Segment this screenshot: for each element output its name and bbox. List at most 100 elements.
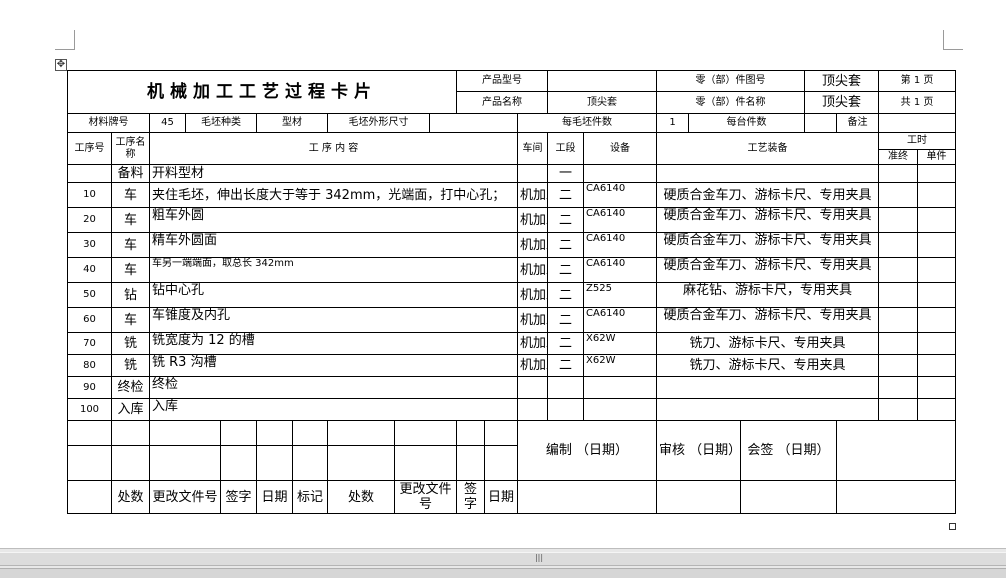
row-unit-time[interactable] xyxy=(917,207,957,233)
revision-mark-blank[interactable] xyxy=(67,480,112,514)
row-unit-time[interactable] xyxy=(917,182,957,208)
row-prep-time[interactable] xyxy=(878,182,919,208)
process-card-table: 机械加工工艺过程卡片 产品型号 零（部）件图号 顶尖套 第 1 页 产品名称 顶… xyxy=(67,70,957,514)
row-prep-time[interactable] xyxy=(878,207,919,233)
revision-cell[interactable] xyxy=(220,420,257,446)
signoff-bottom-cell[interactable] xyxy=(835,480,957,514)
revision-cell[interactable] xyxy=(111,420,150,446)
row-op-content[interactable]: 铣宽度为 12 的槽 xyxy=(149,332,518,355)
tooling-header: 工艺装备 xyxy=(655,132,880,165)
page-number: 第 1 页 xyxy=(878,70,957,92)
row-op-content[interactable]: 开料型材 xyxy=(149,164,518,183)
row-op-name: 车 xyxy=(111,257,150,283)
row-equipment: CA6140 xyxy=(583,307,657,333)
row-tooling: 铣刀、游标卡尺、专用夹具 xyxy=(655,354,880,377)
row-unit-time[interactable] xyxy=(917,164,957,183)
row-prep-time[interactable] xyxy=(878,398,919,421)
row-tooling xyxy=(655,164,880,183)
revision-cell[interactable] xyxy=(394,445,457,481)
revision-cell[interactable] xyxy=(456,445,485,481)
row-op-content[interactable]: 夹住毛坯，伸出长度大于等于 342mm，光端面，打中心孔； xyxy=(149,182,518,208)
document-page: ✥ 机械加工工艺过程卡片 产品型号 零（部）件图号 顶尖套 第 1 页 产品名称… xyxy=(0,0,1006,548)
row-op-no: 100 xyxy=(67,398,112,421)
part-drawing-value[interactable]: 顶尖套 xyxy=(803,70,880,92)
row-prep-time[interactable] xyxy=(878,307,919,333)
signoff-extra-cell[interactable] xyxy=(835,420,957,481)
remarks-value[interactable] xyxy=(878,113,957,133)
row-unit-time[interactable] xyxy=(917,376,957,399)
row-op-no: 50 xyxy=(67,282,112,308)
revision-cell[interactable] xyxy=(67,420,112,446)
table-move-handle-icon[interactable]: ✥ xyxy=(55,59,67,71)
row-prep-time[interactable] xyxy=(878,376,919,399)
material-grade-value[interactable]: 45 xyxy=(149,113,186,133)
row-unit-time[interactable] xyxy=(917,398,957,421)
row-op-no: 60 xyxy=(67,307,112,333)
revision-cell[interactable] xyxy=(394,420,457,446)
revision-cell[interactable] xyxy=(149,420,221,446)
blank-type-value[interactable]: 型材 xyxy=(256,113,328,133)
row-op-no: 90 xyxy=(67,376,112,399)
row-equipment: CA6140 xyxy=(583,257,657,283)
units-per-value[interactable] xyxy=(804,113,837,133)
review-date-cell[interactable]: 审核 （日期） xyxy=(656,420,741,481)
table-resize-handle-icon[interactable] xyxy=(949,523,956,530)
hours-header: 工时 xyxy=(878,132,957,150)
horizontal-scrollbar[interactable] xyxy=(0,548,1006,568)
row-unit-time[interactable] xyxy=(917,307,957,333)
revision-cell[interactable] xyxy=(220,445,257,481)
row-section: 二 xyxy=(547,182,584,208)
row-op-content[interactable]: 入库 xyxy=(149,398,518,421)
part-name-value[interactable]: 顶尖套 xyxy=(803,91,880,114)
revision-cell[interactable] xyxy=(327,445,395,481)
row-op-content[interactable]: 终检 xyxy=(149,376,518,399)
signoff-bottom-cell[interactable] xyxy=(740,480,837,514)
signoff-bottom-cell[interactable] xyxy=(517,480,657,514)
countersign-date-cell[interactable]: 会签 （日期） xyxy=(740,420,837,481)
revision-cell[interactable] xyxy=(484,420,518,446)
row-workshop: 机加工 xyxy=(517,257,548,283)
row-tooling: 硬质合金车刀、游标卡尺、专用夹具 xyxy=(655,207,880,233)
blank-size-value[interactable] xyxy=(429,113,518,133)
row-op-content[interactable]: 车另一端端面，取总长 342mm xyxy=(149,257,518,283)
revision-cell[interactable] xyxy=(456,420,485,446)
row-unit-time[interactable] xyxy=(917,257,957,283)
row-op-content[interactable]: 钻中心孔 xyxy=(149,282,518,308)
row-unit-time[interactable] xyxy=(917,354,957,377)
row-tooling xyxy=(655,398,880,421)
row-workshop: 机加工 xyxy=(517,332,548,355)
row-unit-time[interactable] xyxy=(917,232,957,258)
revision-cell[interactable] xyxy=(292,445,328,481)
row-prep-time[interactable] xyxy=(878,332,919,355)
product-model-value[interactable] xyxy=(547,70,657,92)
blanks-per-value[interactable]: 1 xyxy=(656,113,689,133)
row-op-content[interactable]: 粗车外圆 xyxy=(149,207,518,233)
compile-date-cell[interactable]: 编制 （日期） xyxy=(517,420,657,481)
row-op-no: 70 xyxy=(67,332,112,355)
row-unit-time[interactable] xyxy=(917,282,957,308)
row-op-content[interactable]: 铣 R3 沟槽 xyxy=(149,354,518,377)
row-op-content[interactable]: 精车外圆面 xyxy=(149,232,518,258)
revision-cell[interactable] xyxy=(256,445,293,481)
row-prep-time[interactable] xyxy=(878,282,919,308)
crop-mark-top-right xyxy=(943,30,963,50)
blanks-per-label: 每毛坯件数 xyxy=(517,113,657,133)
revision-cell[interactable] xyxy=(67,445,112,481)
row-section: 一 xyxy=(547,164,584,183)
revision-cell[interactable] xyxy=(292,420,328,446)
revision-cell[interactable] xyxy=(327,420,395,446)
row-op-content[interactable]: 车锥度及内孔 xyxy=(149,307,518,333)
signoff-bottom-cell[interactable] xyxy=(656,480,741,514)
product-name-value[interactable]: 顶尖套 xyxy=(547,91,657,114)
revision-cell[interactable] xyxy=(149,445,221,481)
row-prep-time[interactable] xyxy=(878,164,919,183)
row-op-no: 40 xyxy=(67,257,112,283)
scrollbar-thumb[interactable] xyxy=(0,552,1006,566)
revision-cell[interactable] xyxy=(256,420,293,446)
revision-cell[interactable] xyxy=(111,445,150,481)
row-unit-time[interactable] xyxy=(917,332,957,355)
revision-cell[interactable] xyxy=(484,445,518,481)
row-prep-time[interactable] xyxy=(878,232,919,258)
row-prep-time[interactable] xyxy=(878,257,919,283)
row-prep-time[interactable] xyxy=(878,354,919,377)
